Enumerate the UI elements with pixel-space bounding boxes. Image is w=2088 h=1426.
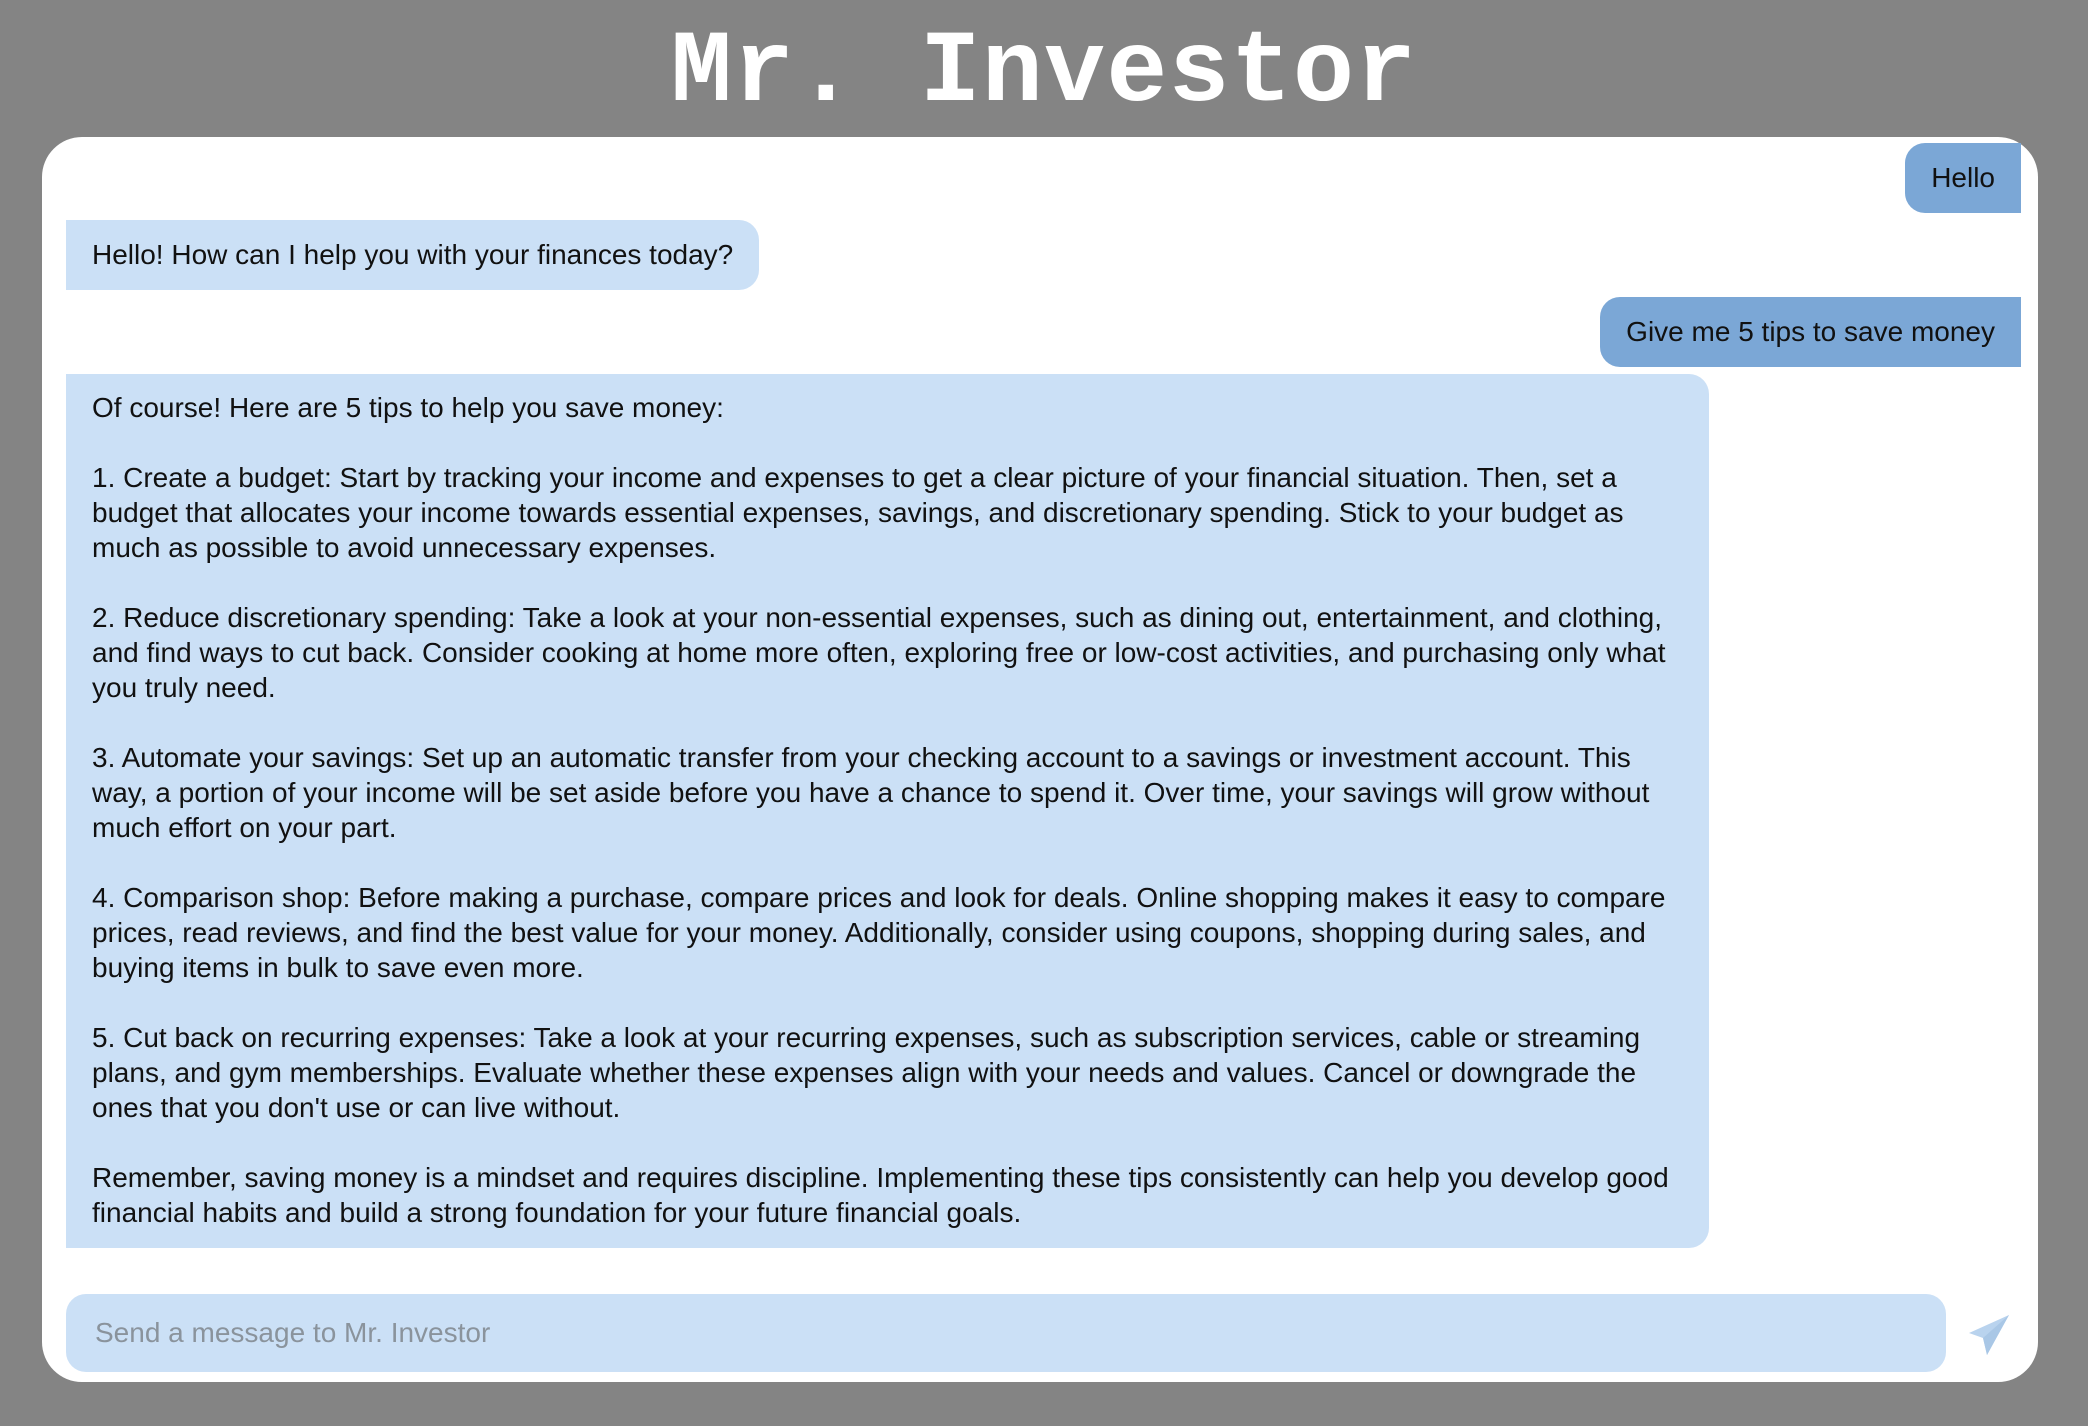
assistant-message: Of course! Here are 5 tips to help you s… (66, 374, 1709, 1248)
message-list: Hello Hello! How can I help you with you… (66, 143, 2021, 1383)
chat-window: Hello Hello! How can I help you with you… (42, 137, 2038, 1382)
message-input[interactable] (66, 1294, 1946, 1372)
send-button[interactable] (1966, 1312, 2012, 1358)
app-title: Mr. Investor (670, 15, 1418, 131)
user-message: Give me 5 tips to save money (1600, 297, 2021, 367)
paper-plane-icon (1969, 1315, 2009, 1355)
user-message: Hello (1905, 143, 2021, 213)
assistant-message: Hello! How can I help you with your fina… (66, 220, 760, 290)
